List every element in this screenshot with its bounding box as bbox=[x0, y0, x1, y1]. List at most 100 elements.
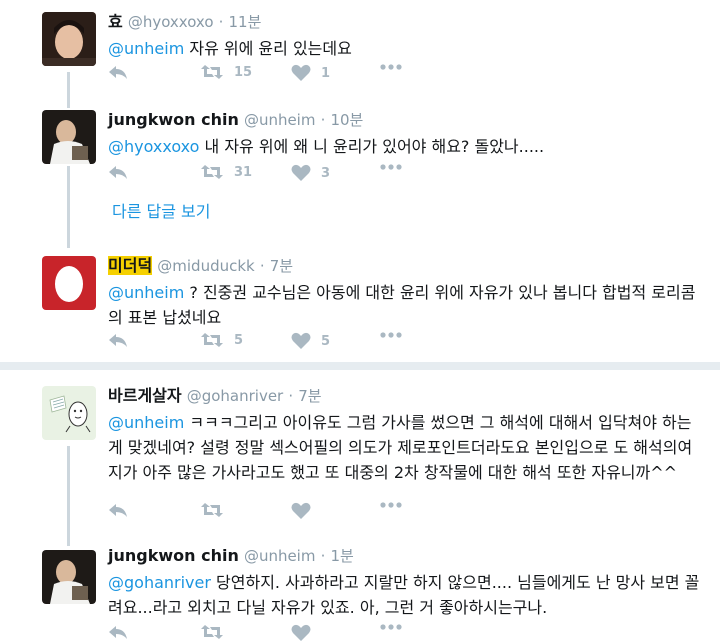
tweet-text: @gohanriver 당연하지. 사과하라고 지랄만 하지 않으면.... 님… bbox=[108, 570, 706, 620]
username[interactable]: @miduduckk bbox=[157, 257, 254, 275]
avatar[interactable] bbox=[42, 110, 96, 164]
heart-icon bbox=[291, 624, 311, 641]
more-icon bbox=[380, 64, 402, 70]
reply-button[interactable] bbox=[108, 624, 128, 640]
avatar[interactable] bbox=[42, 12, 96, 66]
tweet-header: 효 @hyoxxoxo · 11분 bbox=[108, 12, 706, 32]
username[interactable]: @hyoxxoxo bbox=[128, 13, 214, 31]
like-button[interactable]: 5 bbox=[291, 332, 330, 350]
separator-dot: · bbox=[259, 257, 265, 275]
display-name[interactable]: jungkwon chin bbox=[108, 110, 239, 129]
tweet-header: 미더덕 @miduduckk · 7분 bbox=[108, 256, 706, 276]
retweet-icon bbox=[201, 65, 223, 79]
retweet-count: 15 bbox=[234, 64, 253, 80]
retweet-button[interactable] bbox=[200, 502, 224, 518]
tweet-text: @hyoxxoxo 내 자유 위에 왜 니 윤리가 있어야 해요? 돌았나...… bbox=[108, 134, 706, 159]
heart-icon bbox=[291, 332, 311, 349]
tweet-text: @unheim ? 진중권 교수님은 아동에 대한 윤리 위에 자유가 있나 봅… bbox=[108, 280, 706, 330]
like-button[interactable] bbox=[291, 502, 311, 520]
heart-icon bbox=[291, 164, 311, 181]
display-name[interactable]: 바르게살자 bbox=[108, 386, 182, 405]
show-more-replies-link[interactable]: 다른 답글 보기 bbox=[112, 198, 211, 222]
display-name[interactable]: jungkwon chin bbox=[108, 546, 239, 565]
conversation-separator bbox=[0, 362, 720, 370]
like-button[interactable]: 1 bbox=[291, 64, 330, 82]
timestamp[interactable]: 7분 bbox=[270, 257, 293, 275]
timestamp[interactable]: 1분 bbox=[330, 547, 353, 565]
timestamp[interactable]: 10분 bbox=[330, 111, 363, 129]
reply-icon bbox=[109, 166, 127, 179]
mention-link[interactable]: @unheim bbox=[108, 413, 184, 432]
more-button[interactable] bbox=[380, 332, 402, 338]
retweet-icon bbox=[201, 503, 223, 517]
more-button[interactable] bbox=[380, 164, 402, 170]
mention-link[interactable]: @gohanriver bbox=[108, 573, 211, 592]
tweet-body: 자유 위에 윤리 있는데요 bbox=[184, 39, 352, 58]
like-button[interactable] bbox=[291, 624, 311, 642]
reply-icon bbox=[109, 334, 127, 347]
avatar-image bbox=[42, 550, 96, 604]
separator-dot: · bbox=[320, 111, 326, 129]
heart-icon bbox=[291, 64, 311, 81]
username[interactable]: @unheim bbox=[244, 111, 316, 129]
more-icon bbox=[380, 164, 402, 170]
reply-button[interactable] bbox=[108, 332, 128, 348]
avatar-image bbox=[42, 12, 96, 66]
username[interactable]: @unheim bbox=[244, 547, 316, 565]
avatar-image bbox=[42, 256, 96, 310]
thread-line bbox=[67, 166, 70, 248]
like-count: 1 bbox=[321, 65, 331, 81]
mention-link[interactable]: @hyoxxoxo bbox=[108, 137, 199, 156]
like-count: 3 bbox=[321, 165, 331, 181]
more-button[interactable] bbox=[380, 64, 402, 70]
tweet-body: 내 자유 위에 왜 니 윤리가 있어야 해요? 돌았나..... bbox=[199, 137, 545, 156]
more-icon bbox=[380, 624, 402, 630]
tweet-header: jungkwon chin @unheim · 1분 bbox=[108, 546, 706, 566]
thread-line bbox=[67, 446, 70, 546]
retweet-button[interactable]: 5 bbox=[200, 332, 243, 348]
more-icon bbox=[380, 502, 402, 508]
reply-icon bbox=[109, 66, 127, 79]
tweet-body: ㅋㅋㅋ그리고 아이유도 그럼 가사를 썼으면 그 해석에 대해서 입닥쳐야 하는… bbox=[108, 413, 693, 482]
timestamp[interactable]: 7분 bbox=[298, 387, 321, 405]
retweet-button[interactable] bbox=[200, 624, 224, 640]
mention-link[interactable]: @unheim bbox=[108, 283, 184, 302]
display-name[interactable]: 효 bbox=[108, 12, 123, 31]
separator-dot: · bbox=[320, 547, 326, 565]
timestamp[interactable]: 11분 bbox=[229, 13, 262, 31]
retweet-count: 5 bbox=[234, 332, 244, 348]
more-button[interactable] bbox=[380, 624, 402, 630]
retweet-button[interactable]: 31 bbox=[200, 164, 252, 180]
heart-icon bbox=[291, 502, 311, 519]
display-name[interactable]: 미더덕 bbox=[108, 256, 153, 275]
tweet-body: ? 진중권 교수님은 아동에 대한 윤리 위에 자유가 있나 봅니다 합법적 로… bbox=[108, 283, 696, 327]
avatar-image bbox=[42, 386, 96, 440]
retweet-icon bbox=[201, 625, 223, 639]
reply-button[interactable] bbox=[108, 502, 128, 518]
thread-line bbox=[67, 72, 70, 108]
like-button[interactable]: 3 bbox=[291, 164, 330, 182]
avatar-image bbox=[42, 110, 96, 164]
tweet-text: @unheim ㅋㅋㅋ그리고 아이유도 그럼 가사를 썼으면 그 해석에 대해서… bbox=[108, 410, 706, 485]
more-button[interactable] bbox=[380, 502, 402, 508]
retweet-icon bbox=[201, 333, 223, 347]
tweet-text: @unheim 자유 위에 윤리 있는데요 bbox=[108, 36, 706, 61]
reply-button[interactable] bbox=[108, 64, 128, 80]
retweet-icon bbox=[201, 165, 223, 179]
reply-button[interactable] bbox=[108, 164, 128, 180]
username[interactable]: @gohanriver bbox=[187, 387, 284, 405]
tweet-header: jungkwon chin @unheim · 10분 bbox=[108, 110, 706, 130]
retweet-count: 31 bbox=[234, 164, 253, 180]
separator-dot: · bbox=[288, 387, 294, 405]
avatar[interactable] bbox=[42, 256, 96, 310]
separator-dot: · bbox=[218, 13, 224, 31]
tweet-header: 바르게살자 @gohanriver · 7분 bbox=[108, 386, 706, 406]
reply-icon bbox=[109, 504, 127, 517]
avatar[interactable] bbox=[42, 386, 96, 440]
more-icon bbox=[380, 332, 402, 338]
reply-icon bbox=[109, 626, 127, 639]
like-count: 5 bbox=[321, 333, 331, 349]
mention-link[interactable]: @unheim bbox=[108, 39, 184, 58]
avatar[interactable] bbox=[42, 550, 96, 604]
retweet-button[interactable]: 15 bbox=[200, 64, 252, 80]
